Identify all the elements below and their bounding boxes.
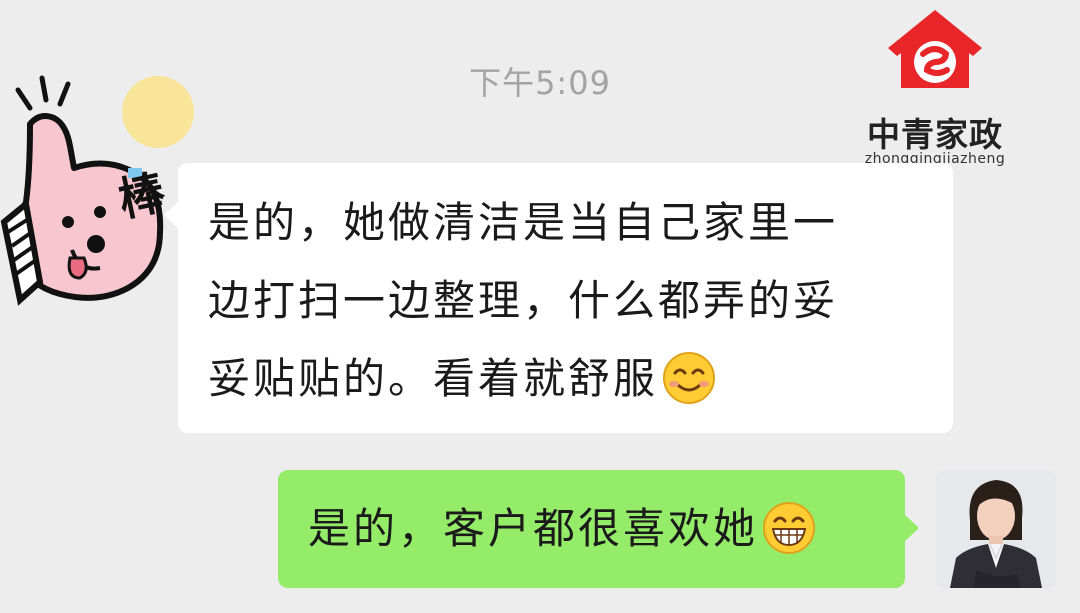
smiling-face-icon <box>663 351 716 404</box>
house-logo-icon <box>888 10 982 88</box>
brand-logo: 中青家政 zhongqingjiazheng <box>855 8 1015 168</box>
avatar-portrait <box>936 470 1056 588</box>
message-line-1: 是的，她做清洁是当自己家里一 <box>208 198 839 247</box>
incoming-message-bubble[interactable]: 是的，她做清洁是当自己家里一 边打扫一边整理，什么都弄的妥 妥贴贴的。看着就舒服 <box>164 163 953 433</box>
user-avatar[interactable] <box>936 470 1056 588</box>
grinning-face-icon <box>763 501 816 554</box>
message-line-3: 妥贴贴的。看着就舒服 <box>208 354 659 403</box>
outgoing-message-text: 是的，客户都很喜欢她 <box>308 504 759 553</box>
message-line-3-row: 妥贴贴的。看着就舒服 <box>208 340 929 418</box>
logo-name: 中青家政 <box>867 115 1003 154</box>
outgoing-message-bubble[interactable]: 是的，客户都很喜欢她 <box>278 470 919 588</box>
message-line-2: 边打扫一边整理，什么都弄的妥 <box>208 276 839 325</box>
